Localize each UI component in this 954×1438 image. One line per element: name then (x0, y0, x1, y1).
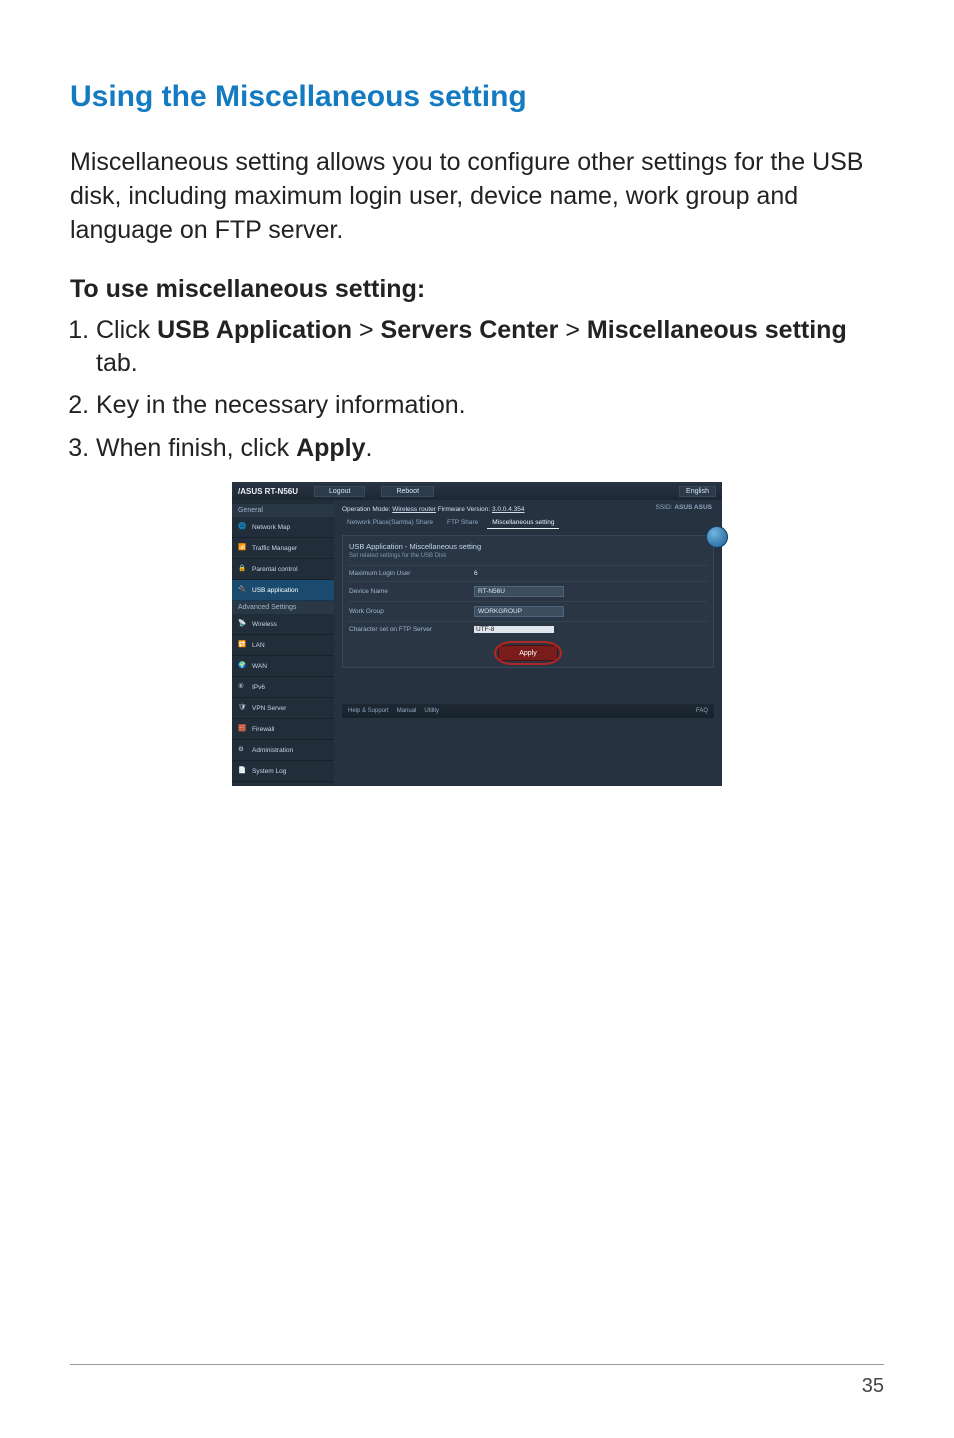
router-screenshot: /ASUS RT-N56U Logout Reboot English Gene… (232, 482, 722, 786)
footer-utility[interactable]: Utility (424, 708, 439, 714)
sidebar-item-ipv6[interactable]: ⑥IPv6 (232, 677, 334, 698)
sidebar-item-lan[interactable]: 🔁LAN (232, 635, 334, 656)
misc-panel: USB Application - Miscellaneous setting … (342, 535, 714, 668)
row-label-workgroup: Work Group (349, 608, 464, 615)
sidebar-item-firewall[interactable]: 🧱Firewall (232, 719, 334, 740)
sidebar-header-advanced: Advanced Settings (232, 601, 334, 614)
row-label-charset: Character set on FTP Server (349, 626, 464, 633)
sidebar-item-admin[interactable]: ⚙Administration (232, 740, 334, 761)
footer-manual[interactable]: Manual (397, 708, 417, 714)
gear-icon: ⚙ (238, 745, 248, 755)
globe-icon: 🌐 (238, 522, 248, 532)
workgroup-input[interactable] (474, 606, 564, 617)
tabs: Network Place(Samba) Share FTP Share Mis… (342, 517, 714, 529)
sidebar-item-network-map[interactable]: 🌐Network Map (232, 517, 334, 538)
tab-misc-setting[interactable]: Miscellaneous setting (487, 517, 559, 529)
traffic-icon: 📶 (238, 543, 248, 553)
sidebar-item-traffic[interactable]: 📶Traffic Manager (232, 538, 334, 559)
sidebar-item-wan[interactable]: 🌍WAN (232, 656, 334, 677)
wifi-icon: 📡 (238, 619, 248, 629)
sidebar-item-parental[interactable]: 🔒Parental control (232, 559, 334, 580)
step-2: Key in the necessary information. (96, 389, 884, 422)
steps-list: Click USB Application > Servers Center >… (96, 314, 884, 464)
device-name-input[interactable] (474, 586, 564, 597)
ssid-label: SSID: ASUS ASUS (656, 504, 712, 511)
page-number: 35 (70, 1364, 884, 1398)
footer-help[interactable]: Help & Support (348, 708, 389, 714)
lan-icon: 🔁 (238, 640, 248, 650)
sidebar-item-syslog[interactable]: 📄System Log (232, 761, 334, 782)
panel-title: USB Application - Miscellaneous setting (349, 542, 707, 551)
row-label-max-login: Maximum Login User (349, 570, 464, 577)
logout-button[interactable]: Logout (314, 486, 365, 497)
language-select[interactable]: English (679, 486, 716, 497)
usb-icon: 🔌 (238, 585, 248, 595)
section-title: Using the Miscellaneous setting (70, 80, 884, 114)
tab-samba-share[interactable]: Network Place(Samba) Share (342, 517, 438, 529)
ipv6-icon: ⑥ (238, 682, 248, 692)
firewall-icon: 🧱 (238, 724, 248, 734)
max-login-value[interactable]: 6 (474, 570, 478, 577)
wan-icon: 🌍 (238, 661, 248, 671)
sidebar-item-usb-application[interactable]: 🔌USB application (232, 580, 334, 601)
brand-label: /ASUS RT-N56U (238, 487, 298, 496)
step-3: When finish, click Apply. (96, 432, 884, 465)
sidebar-header-general: General (232, 504, 334, 517)
tab-ftp-share[interactable]: FTP Share (442, 517, 483, 529)
subheading: To use miscellaneous setting: (70, 275, 884, 304)
apply-button[interactable]: Apply (498, 645, 558, 661)
vpn-icon: 🛡 (238, 703, 248, 713)
panel-subtitle: Set related settings for the USB Disk (349, 553, 707, 559)
intro-paragraph: Miscellaneous setting allows you to conf… (70, 146, 884, 247)
refresh-icon[interactable] (706, 526, 728, 548)
charset-select[interactable]: UTF-8 (474, 626, 554, 633)
footer-faq[interactable]: FAQ (696, 708, 708, 714)
sidebar: General 🌐Network Map 📶Traffic Manager 🔒P… (232, 500, 334, 786)
reboot-button[interactable]: Reboot (381, 486, 434, 497)
lock-icon: 🔒 (238, 564, 248, 574)
sidebar-item-wireless[interactable]: 📡Wireless (232, 614, 334, 635)
step-1: Click USB Application > Servers Center >… (96, 314, 884, 379)
log-icon: 📄 (238, 766, 248, 776)
sidebar-item-vpn[interactable]: 🛡VPN Server (232, 698, 334, 719)
row-label-device-name: Device Name (349, 588, 464, 595)
screenshot-footer: Help & Support Manual Utility FAQ (342, 704, 714, 718)
